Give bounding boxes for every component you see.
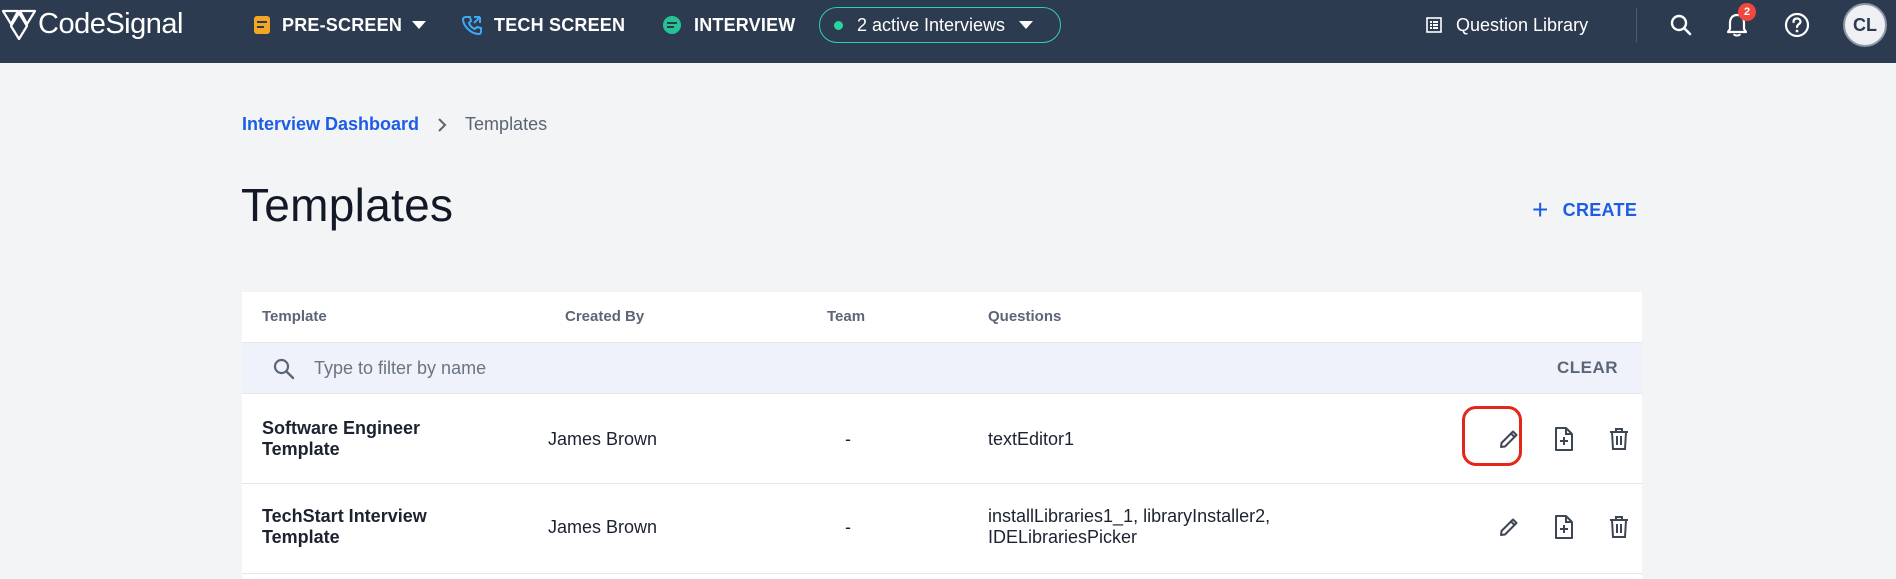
column-questions[interactable]: Questions bbox=[988, 308, 1061, 325]
create-label: CREATE bbox=[1562, 199, 1638, 220]
column-team[interactable]: Team bbox=[827, 308, 865, 325]
file-plus-icon bbox=[1555, 515, 1573, 539]
template-name-line: Template bbox=[262, 439, 340, 459]
search-button[interactable] bbox=[1664, 8, 1698, 42]
tech-screen-icon bbox=[462, 15, 482, 35]
questions: installLibraries1_1, libraryInstaller2, … bbox=[988, 506, 1368, 548]
questions-line: IDELibrariesPicker bbox=[988, 527, 1138, 547]
column-template[interactable]: Template bbox=[262, 308, 327, 325]
nav-interview[interactable]: INTERVIEW bbox=[662, 10, 795, 40]
template-name: TechStart Interview Template bbox=[262, 506, 502, 548]
active-interviews-label: 2 active Interviews bbox=[857, 14, 1006, 35]
questions-line: installLibraries1_1, libraryInstaller2, bbox=[988, 506, 1271, 526]
pencil-icon bbox=[1500, 518, 1518, 536]
table-row[interactable]: Software Engineer Template James Brown -… bbox=[242, 394, 1642, 484]
nav-tech-screen-label: TECH SCREEN bbox=[494, 14, 626, 35]
question-library-link[interactable]: Question Library bbox=[1426, 10, 1588, 40]
clear-filter-button[interactable]: CLEAR bbox=[1557, 358, 1618, 378]
template-name-line: TechStart Interview bbox=[262, 506, 427, 526]
duplicate-template-button[interactable] bbox=[1547, 422, 1581, 456]
notification-badge: 2 bbox=[1738, 3, 1756, 21]
table-row[interactable]: TechStart Interview Template James Brown… bbox=[242, 484, 1642, 574]
breadcrumb-interview-dashboard[interactable]: Interview Dashboard bbox=[242, 114, 419, 135]
nav-pre-screen-label: PRE-SCREEN bbox=[282, 14, 403, 35]
help-icon bbox=[1784, 12, 1810, 38]
trash-icon bbox=[1610, 516, 1628, 538]
interview-icon bbox=[662, 15, 682, 35]
search-icon bbox=[273, 358, 295, 380]
delete-template-button[interactable] bbox=[1602, 422, 1636, 456]
edit-button-highlight bbox=[1462, 406, 1522, 466]
codesignal-logo-icon bbox=[1, 9, 37, 41]
chevron-down-icon bbox=[412, 21, 427, 29]
created-by: James Brown bbox=[548, 517, 658, 537]
table-header: Template Created By Team Questions bbox=[242, 292, 1642, 342]
questions: textEditor1 bbox=[988, 429, 1368, 450]
trash-icon bbox=[1610, 428, 1628, 450]
created-by: James Brown bbox=[548, 429, 658, 449]
template-name-line: Software Engineer bbox=[262, 418, 421, 438]
question-library-label: Question Library bbox=[1456, 14, 1589, 35]
user-avatar[interactable]: CL bbox=[1843, 3, 1887, 47]
create-template-button[interactable]: + CREATE bbox=[1532, 196, 1637, 224]
delete-template-button[interactable] bbox=[1602, 510, 1636, 544]
template-name-line: Template bbox=[262, 527, 340, 547]
help-button[interactable] bbox=[1780, 8, 1814, 42]
nav-divider bbox=[1636, 8, 1637, 42]
active-status-dot bbox=[834, 20, 843, 30]
breadcrumb-current: Templates bbox=[465, 114, 548, 134]
edit-template-button[interactable] bbox=[1492, 510, 1526, 544]
file-plus-icon bbox=[1555, 427, 1573, 451]
chevron-down-icon bbox=[1019, 21, 1034, 29]
brand-name: CodeSignal bbox=[38, 7, 183, 40]
column-created-by[interactable]: Created By bbox=[565, 308, 644, 325]
team: - bbox=[845, 517, 851, 537]
search-icon bbox=[1670, 14, 1692, 36]
filter-row: CLEAR bbox=[242, 342, 1642, 394]
template-name: Software Engineer Template bbox=[262, 418, 502, 460]
pre-screen-icon bbox=[254, 16, 270, 34]
nav-pre-screen[interactable]: PRE-SCREEN bbox=[254, 10, 427, 40]
nav-tech-screen[interactable]: TECH SCREEN bbox=[462, 10, 625, 40]
nav-interview-label: INTERVIEW bbox=[694, 14, 796, 35]
questions-line: textEditor1 bbox=[988, 429, 1075, 449]
breadcrumb: Interview Dashboard Templates bbox=[242, 114, 547, 135]
question-library-icon bbox=[1426, 17, 1442, 33]
top-nav-bar: CodeSignal PRE-SCREEN TECH SCREEN INTERV… bbox=[0, 0, 1896, 63]
duplicate-template-button[interactable] bbox=[1547, 510, 1581, 544]
templates-table: Template Created By Team Questions CLEAR… bbox=[242, 292, 1642, 579]
active-interviews-dropdown[interactable]: 2 active Interviews bbox=[819, 7, 1061, 43]
brand-logo[interactable]: CodeSignal bbox=[0, 4, 183, 44]
plus-icon: + bbox=[1532, 194, 1549, 225]
page-title: Templates bbox=[241, 179, 454, 231]
chevron-right-icon bbox=[437, 117, 447, 132]
filter-by-name-input[interactable] bbox=[314, 353, 1114, 383]
team: - bbox=[845, 429, 851, 449]
